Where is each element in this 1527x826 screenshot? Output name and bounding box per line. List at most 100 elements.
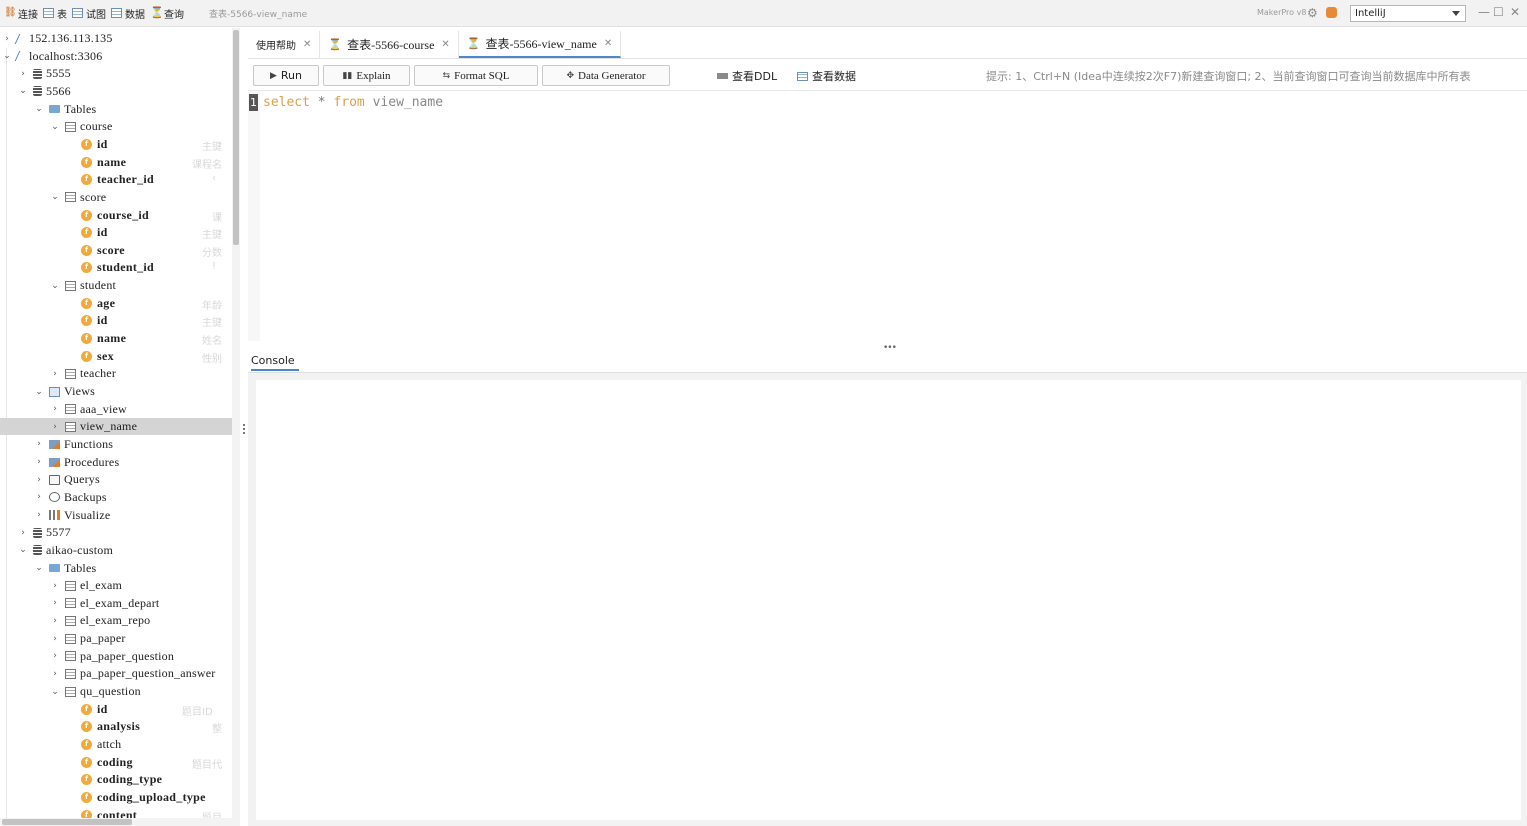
chevron-right-icon[interactable]: › [50,422,60,432]
console-tab[interactable]: Console [251,351,299,371]
tree-node[interactable]: f coding_type [66,771,162,788]
tree-node[interactable]: › aaa_view [50,401,127,418]
tree-node[interactable]: › Functions [34,436,113,453]
tree-node[interactable]: ⌄ 5566 [18,83,71,100]
chevron-down-icon[interactable]: ⌄ [34,104,44,114]
chevron-down-icon[interactable]: ⌄ [50,192,60,202]
tree-node[interactable]: f course_id [66,207,149,224]
tree-node[interactable]: f analysis [66,718,140,735]
tree-node[interactable]: ⌄ score [50,189,106,206]
chevron-right-icon[interactable]: › [50,404,60,414]
tree-node[interactable]: f teacher_id [66,171,154,188]
chevron-down-icon[interactable]: ⌄ [50,687,60,697]
scrollbar-thumb[interactable] [2,819,132,825]
tree-node[interactable]: f attch [66,736,121,753]
tree-node[interactable]: ⌄ qu_question [50,683,141,700]
tree-node[interactable]: › pa_paper_question [50,648,174,665]
chevron-right-icon[interactable]: › [2,34,12,44]
panel-splitter-handle[interactable] [243,422,245,434]
chevron-right-icon[interactable]: › [50,634,60,644]
tree-horizontal-scrollbar[interactable] [0,818,232,826]
sql-code[interactable]: select * from view_name [263,95,443,110]
tree-node[interactable]: f score [66,242,125,259]
chevron-down-icon[interactable]: ⌄ [18,545,28,555]
view-data-button[interactable]: 查看数据 [797,68,856,84]
editor-resize-handle[interactable]: ••• [883,343,897,353]
chevron-right-icon[interactable]: › [34,475,44,485]
tree-node[interactable]: › pa_paper_question_answer [50,665,215,682]
chevron-right-icon[interactable]: › [18,69,28,79]
tree-node[interactable]: ⌄ Tables [34,560,96,577]
connect-button[interactable]: ⛓ 连接 [2,0,41,27]
tree-node[interactable]: › el_exam_repo [50,612,150,629]
chevron-right-icon[interactable]: › [34,439,44,449]
tree-node[interactable]: › 152.136.113.135 [2,30,113,47]
view-button[interactable]: 试图 [70,0,109,27]
tree-node[interactable]: › 5555 [18,65,71,82]
tree-node[interactable]: f coding [66,754,133,771]
close-icon[interactable]: ✕ [441,39,449,50]
plugin-cube-icon[interactable] [1326,7,1337,18]
tree-node[interactable]: › pa_paper [50,630,126,647]
editor-tab[interactable]: ⏳ 查表-5566-course ✕ [320,31,459,58]
tree-node[interactable]: › view_name [0,418,232,436]
tree-node[interactable]: › Backups [34,489,107,506]
chevron-right-icon[interactable]: › [18,528,28,538]
editor-tab[interactable]: ⏳ 查表-5566-view_name ✕ [458,31,622,58]
chevron-down-icon[interactable]: ⌄ [34,563,44,573]
table-button[interactable]: 表 [41,0,70,27]
chevron-right-icon[interactable]: › [50,669,60,679]
chevron-down-icon[interactable]: ⌄ [18,86,28,96]
scrollbar-thumb[interactable] [233,30,239,245]
tree-node[interactable]: f coding_upload_type [66,789,206,806]
chevron-right-icon[interactable]: › [50,651,60,661]
tree-node[interactable]: › Visualize [34,507,110,524]
chevron-down-icon[interactable]: ⌄ [50,122,60,132]
format-sql-button[interactable]: ⇆ Format SQL [414,65,538,86]
console-output[interactable] [256,380,1521,820]
tree-node[interactable]: › el_exam_depart [50,595,159,612]
view-ddl-button[interactable]: 查看DDL [717,68,777,84]
tree-node[interactable]: f sex [66,348,114,365]
tree-node[interactable]: f name [66,154,126,171]
tree-node[interactable]: f id [66,312,108,329]
chevron-down-icon[interactable]: ⌄ [34,387,44,397]
chevron-down-icon[interactable]: ⌄ [50,281,60,291]
theme-select[interactable]: IntelliJ [1350,5,1466,22]
tree-node[interactable]: f id [66,701,108,718]
tree-node[interactable]: › el_exam [50,577,122,594]
close-icon[interactable]: ✕ [303,39,311,50]
chevron-right-icon[interactable]: › [34,492,44,502]
chevron-right-icon[interactable]: › [50,616,60,626]
chevron-right-icon[interactable]: › [34,457,44,467]
tree-node[interactable]: f student_id [66,259,154,276]
close-icon[interactable]: ✕ [604,38,612,49]
chevron-right-icon[interactable]: › [50,598,60,608]
tree-node[interactable]: ⌄ Tables [34,101,96,118]
close-window-button[interactable]: ✕ [1510,5,1520,19]
tree-node[interactable]: ⌄ course [50,118,113,135]
maximize-button[interactable]: ☐ [1493,5,1504,19]
sql-editor[interactable]: 1 select * from view_name [248,91,1527,341]
tree-node[interactable]: f id [66,136,108,153]
tree-node[interactable]: › teacher [50,365,116,382]
tree-node[interactable]: › Procedures [34,454,119,471]
explain-button[interactable]: ▮▮ Explain [323,65,410,86]
tree-node[interactable]: › 5577 [18,524,71,541]
tree-node[interactable]: f age [66,295,115,312]
tree-node[interactable]: f name [66,330,126,347]
settings-gear-icon[interactable]: ⚙ [1307,6,1318,20]
run-button[interactable]: ▶ Run [253,65,319,86]
tree-node[interactable]: ⌄ localhost:3306 [2,48,102,65]
chevron-right-icon[interactable]: › [50,369,60,379]
editor-tab[interactable]: 使用帮助 ✕ [248,31,321,58]
tree-node[interactable]: › Querys [34,471,100,488]
chevron-right-icon[interactable]: › [34,510,44,520]
tree-node[interactable]: ⌄ Views [34,383,95,400]
tree-node[interactable]: ⌄ student [50,277,116,294]
chevron-down-icon[interactable]: ⌄ [2,51,12,61]
tree-node[interactable]: f id [66,224,108,241]
tree-vertical-scrollbar[interactable] [232,28,240,826]
minimize-button[interactable]: — [1478,5,1490,19]
data-button[interactable]: 数据 [109,0,148,27]
